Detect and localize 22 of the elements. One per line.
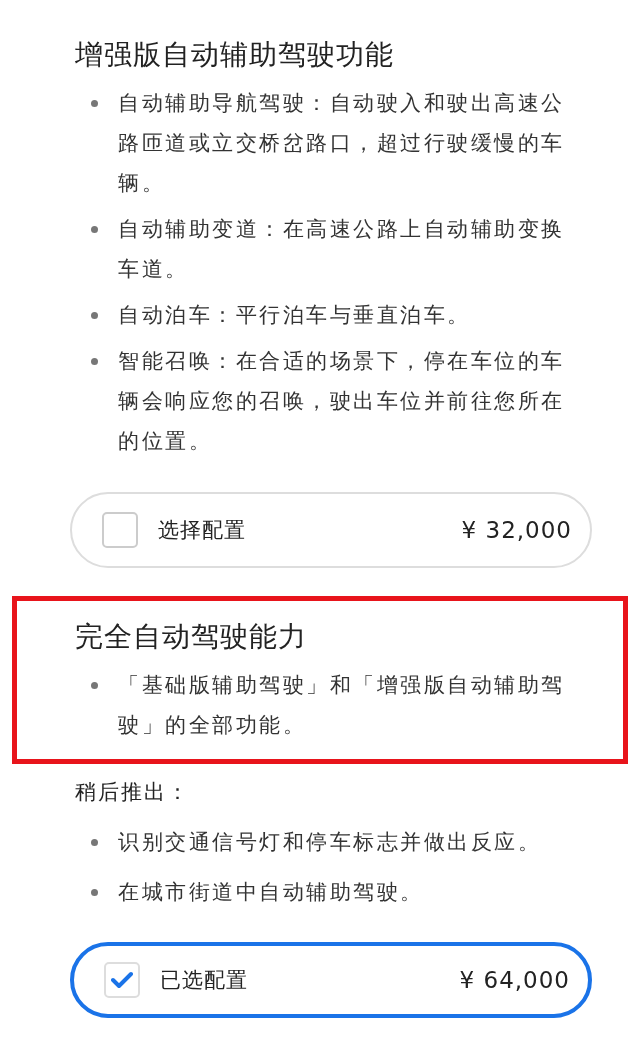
- bullet-icon: [91, 839, 98, 846]
- later-label: 稍后推出：: [75, 779, 191, 806]
- feature-text: 识别交通信号灯和停车标志并做出反应。: [118, 829, 542, 856]
- check-icon: [111, 971, 133, 989]
- bullet-icon: [91, 312, 98, 319]
- checkbox[interactable]: [102, 512, 138, 548]
- bullet-icon: [91, 358, 98, 365]
- bullet-icon: [91, 100, 98, 107]
- bullet-icon: [91, 889, 98, 896]
- bullet-icon: [91, 682, 98, 689]
- feature-text: 自动泊车：平行泊车与垂直泊车。: [118, 302, 472, 329]
- option-button[interactable]: 选择配置 ¥ 32,000: [70, 492, 592, 568]
- option-button[interactable]: 已选配置 ¥ 64,000: [70, 942, 592, 1018]
- checkbox[interactable]: [104, 962, 140, 998]
- feature-text: 自动辅助导航驾驶：自动驶入和驶出高速公路匝道或立交桥岔路口，超过行驶缓慢的车辆。: [118, 90, 566, 197]
- feature-text: 「基础版辅助驾驶」和「增强版自动辅助驾驶」的全部功能。: [118, 672, 566, 739]
- feature-text: 智能召唤：在合适的场景下，停在车位的车辆会响应您的召唤，驶出车位并前往您所在的位置。: [118, 348, 566, 455]
- feature-text: 在城市街道中自动辅助驾驶。: [118, 879, 425, 906]
- section-title: 增强版自动辅助驾驶功能: [75, 37, 395, 73]
- section-title: 完全自动驾驶能力: [75, 619, 308, 655]
- feature-text: 自动辅助变道：在高速公路上自动辅助变换车道。: [118, 216, 566, 283]
- bullet-icon: [91, 226, 98, 233]
